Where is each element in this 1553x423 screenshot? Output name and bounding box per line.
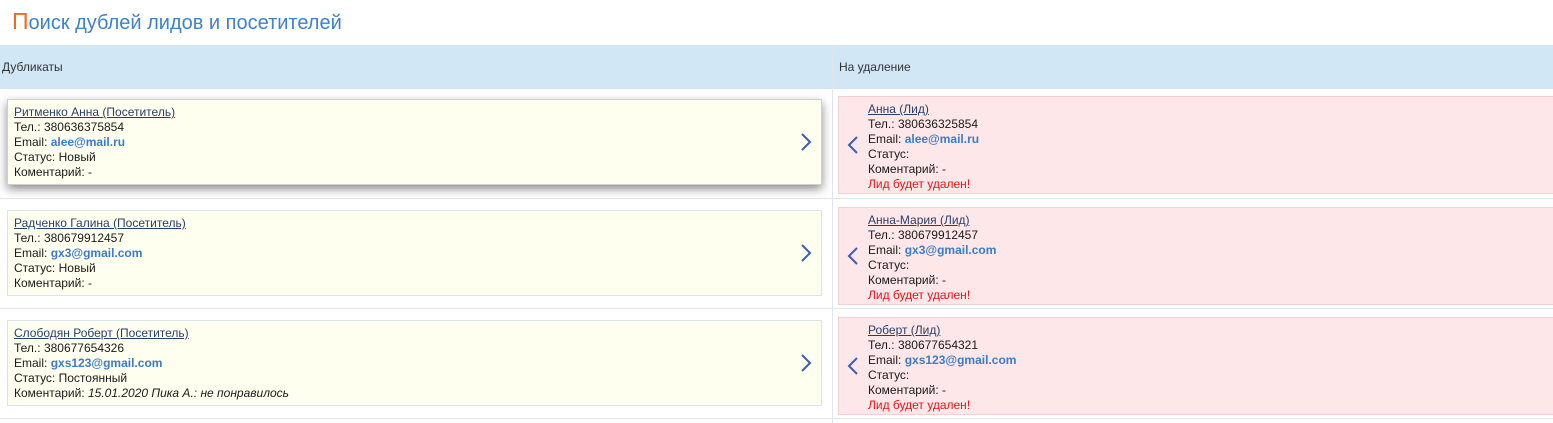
deletion-status: Статус: <box>868 147 910 161</box>
deletion-card: Анна-Мария (Лид) Тел.: 380679912457 Emai… <box>838 207 1553 305</box>
deletion-name-link[interactable]: Анна (Лид) <box>868 102 929 116</box>
chevron-left-icon[interactable] <box>846 246 860 266</box>
duplicate-card[interactable]: Слободян Роберт (Посетитель) Тел.: 38067… <box>7 320 822 406</box>
chevron-left-icon[interactable] <box>846 135 860 155</box>
deletion-comment: Коментарий: - <box>868 383 946 397</box>
duplicates-column-header: Дубликаты <box>2 60 63 74</box>
duplicate-comment: Коментарий: - <box>14 276 92 290</box>
row-divider <box>0 308 1553 309</box>
page-title-first-letter: П <box>12 8 29 34</box>
duplicate-status: Статус: Постоянный <box>14 371 128 385</box>
duplicate-card[interactable]: Ритменко Анна (Посетитель) Тел.: 3806363… <box>7 99 822 185</box>
chevron-right-icon[interactable] <box>799 243 813 263</box>
deletion-phone: Тел.: 380636325854 <box>868 117 979 131</box>
deletion-name-link[interactable]: Роберт (Лид) <box>868 323 940 337</box>
row-divider <box>0 198 1553 199</box>
deletion-warning: Лид будет удален! <box>868 398 971 412</box>
deletion-comment: Коментарий: - <box>868 162 946 176</box>
deletion-email: Email: gxs123@gmail.com <box>868 353 1017 367</box>
table-header: Дубликаты На удаление <box>0 45 1553 89</box>
duplicate-email: Email: gxs123@gmail.com <box>14 356 163 370</box>
row-divider <box>0 418 1553 419</box>
deletion-phone: Тел.: 380677654321 <box>868 338 979 352</box>
duplicate-comment: Коментарий: 15.01.2020 Пика А.: не понра… <box>14 386 289 400</box>
deletion-name-link[interactable]: Анна-Мария (Лид) <box>868 213 970 227</box>
duplicate-phone: Тел.: 380636375854 <box>14 120 125 134</box>
deletion-comment: Коментарий: - <box>868 273 946 287</box>
page-title-rest: оиск дублей лидов и посетителей <box>28 12 342 34</box>
duplicate-email: Email: alee@mail.ru <box>14 135 126 149</box>
deletion-email: Email: alee@mail.ru <box>868 132 980 146</box>
duplicate-email: Email: gx3@gmail.com <box>14 246 143 260</box>
duplicate-status: Статус: Новый <box>14 261 96 275</box>
duplicate-name-link[interactable]: Слободян Роберт (Посетитель) <box>14 326 189 340</box>
duplicate-card[interactable]: Радченко Галина (Посетитель) Тел.: 38067… <box>7 210 822 296</box>
duplicate-name-link[interactable]: Радченко Галина (Посетитель) <box>14 216 186 230</box>
chevron-right-icon[interactable] <box>799 132 813 152</box>
chevron-right-icon[interactable] <box>799 353 813 373</box>
deletion-status: Статус: <box>868 368 910 382</box>
duplicate-phone: Тел.: 380679912457 <box>14 231 125 245</box>
deletion-email: Email: gx3@gmail.com <box>868 243 997 257</box>
duplicate-comment: Коментарий: - <box>14 165 92 179</box>
duplicate-status: Статус: Новый <box>14 150 96 164</box>
deletion-card: Анна (Лид) Тел.: 380636325854 Email: ale… <box>838 96 1553 194</box>
deletion-phone: Тел.: 380679912457 <box>868 228 979 242</box>
deletion-warning: Лид будет удален! <box>868 177 971 191</box>
deletion-warning: Лид будет удален! <box>868 288 971 302</box>
deletion-status: Статус: <box>868 258 910 272</box>
duplicate-phone: Тел.: 380677654326 <box>14 341 125 355</box>
page-title: Поиск дублей лидов и посетителей <box>12 8 342 35</box>
to-delete-column-header: На удаление <box>839 60 911 74</box>
column-divider <box>832 45 833 423</box>
deletion-card: Роберт (Лид) Тел.: 380677654321 Email: g… <box>838 317 1553 415</box>
chevron-left-icon[interactable] <box>846 356 860 376</box>
duplicate-name-link[interactable]: Ритменко Анна (Посетитель) <box>14 105 175 119</box>
